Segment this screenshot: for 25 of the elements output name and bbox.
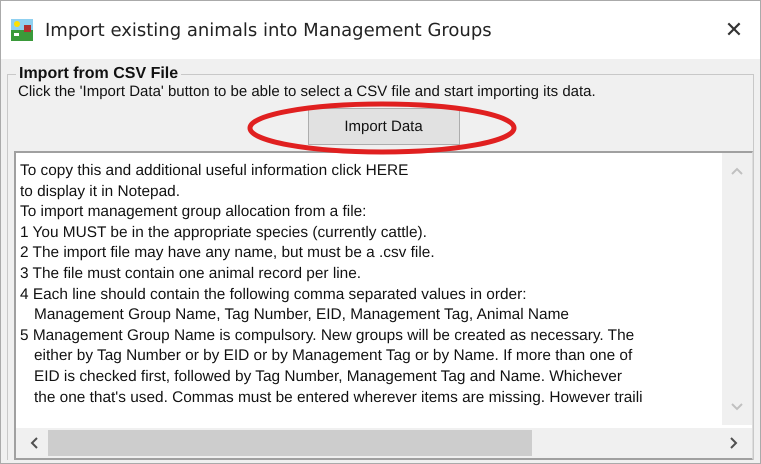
text-line: 5 Management Group Name is compulsory. New groups will be created as necessary. The bbox=[20, 326, 636, 346]
text-line: either by Tag Number or by EID or by Management Tag or by Name. If more than one of bbox=[33, 346, 634, 366]
vertical-scrollbar[interactable] bbox=[722, 153, 752, 425]
text-line: To copy this and additional useful information click HERE bbox=[20, 161, 410, 181]
text-line: Management Group Name, Tag Number, EID, Management Tag, Animal Name bbox=[33, 305, 570, 326]
import-data-button[interactable]: Import Data bbox=[308, 108, 460, 145]
scroll-left-icon[interactable] bbox=[30, 437, 38, 449]
text-line: the one that's used. Commas must be entered wherever items are missing. However traili bbox=[33, 388, 644, 408]
horizontal-scrollbar[interactable] bbox=[16, 428, 752, 458]
scroll-up-icon[interactable] bbox=[731, 167, 743, 175]
text-line: EID is checked first, followed by Tag Number, Management Tag and Name. Whichever bbox=[33, 366, 623, 387]
text-line: 4 Each line should contain the following comma separated values in order: bbox=[20, 284, 528, 305]
text-line: to display it in Notepad. bbox=[20, 182, 181, 202]
group-title: Import from CSV File bbox=[18, 65, 180, 83]
instruction-text: Click the 'Import Data' button to be able to select a CSV file and start importing its data. bbox=[17, 83, 597, 100]
text-line: 3 The file must contain one animal record per line. bbox=[20, 264, 362, 284]
close-button[interactable]: ✕ bbox=[708, 10, 760, 50]
farm-icon bbox=[11, 19, 33, 41]
scroll-down-icon[interactable] bbox=[731, 403, 743, 411]
window-title: Import existing animals into Management Groups bbox=[45, 20, 493, 40]
text-line: To import management group allocation from a file: bbox=[20, 202, 368, 222]
text-line: 1 You MUST be in the appropriate species (currently cattle). bbox=[20, 222, 428, 243]
scrollbar-thumb[interactable] bbox=[48, 430, 532, 456]
text-line: 2 The import file may have any name, but must be a .csv file. bbox=[20, 243, 436, 264]
scroll-right-icon[interactable] bbox=[730, 437, 738, 449]
